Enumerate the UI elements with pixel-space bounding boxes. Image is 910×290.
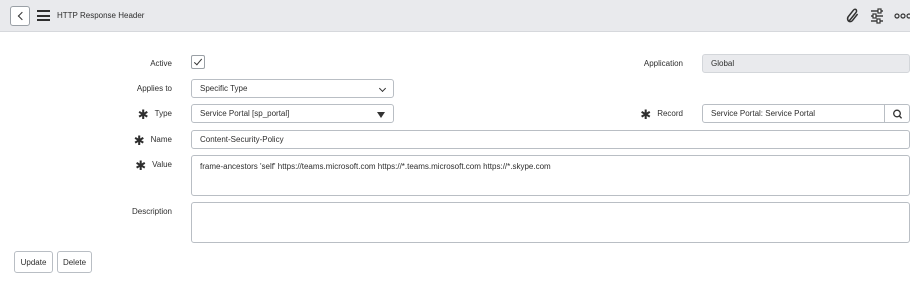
required-icon: ✱: [133, 132, 145, 148]
form-title: HTTP Response Header: [57, 11, 145, 20]
applies-to-label: Applies to: [136, 84, 172, 93]
type-select[interactable]: Service Portal [sp_portal]: [191, 104, 394, 123]
name-value: Content-Security-Policy: [200, 135, 284, 144]
required-icon: ✱: [640, 106, 652, 122]
record-input[interactable]: Service Portal: Service Portal: [702, 104, 885, 123]
type-value: Service Portal [sp_portal]: [200, 109, 290, 118]
more-icon[interactable]: [894, 12, 910, 20]
application-label: Application: [643, 59, 683, 68]
type-label: ✱ Type: [137, 106, 172, 122]
value-label: ✱ Value: [135, 157, 172, 173]
application-field: Global: [702, 54, 910, 73]
update-button[interactable]: Update: [14, 251, 53, 273]
delete-button[interactable]: Delete: [57, 251, 92, 273]
record-label: ✱ Record: [640, 106, 683, 122]
name-input[interactable]: Content-Security-Policy: [191, 130, 910, 149]
applies-to-select[interactable]: Specific Type: [191, 79, 394, 98]
chevron-down-icon: [378, 84, 387, 93]
record-value: Service Portal: Service Portal: [711, 109, 816, 118]
name-label: ✱ Name: [133, 132, 172, 148]
back-icon: [17, 11, 26, 21]
back-button[interactable]: [10, 6, 30, 26]
application-value: Global: [711, 59, 735, 68]
active-checkbox[interactable]: [191, 55, 205, 69]
paperclip-icon[interactable]: [846, 7, 860, 25]
record-lookup-button[interactable]: [884, 104, 910, 123]
description-textarea[interactable]: [191, 202, 910, 243]
description-label: Description: [131, 207, 172, 216]
required-icon: ✱: [137, 106, 149, 122]
form-header: HTTP Response Header: [0, 0, 910, 32]
value-textarea[interactable]: frame-ancestors 'self' https://teams.mic…: [191, 155, 910, 196]
dropdown-arrow-icon: [377, 112, 385, 118]
search-icon: [893, 109, 903, 119]
checkmark-icon: [193, 56, 203, 66]
active-label: Active: [150, 59, 172, 68]
settings-sliders-icon[interactable]: [869, 7, 885, 25]
required-icon: ✱: [135, 157, 147, 173]
menu-icon[interactable]: [37, 10, 50, 21]
applies-to-value: Specific Type: [200, 84, 248, 93]
value-text: frame-ancestors 'self' https://teams.mic…: [200, 162, 551, 171]
